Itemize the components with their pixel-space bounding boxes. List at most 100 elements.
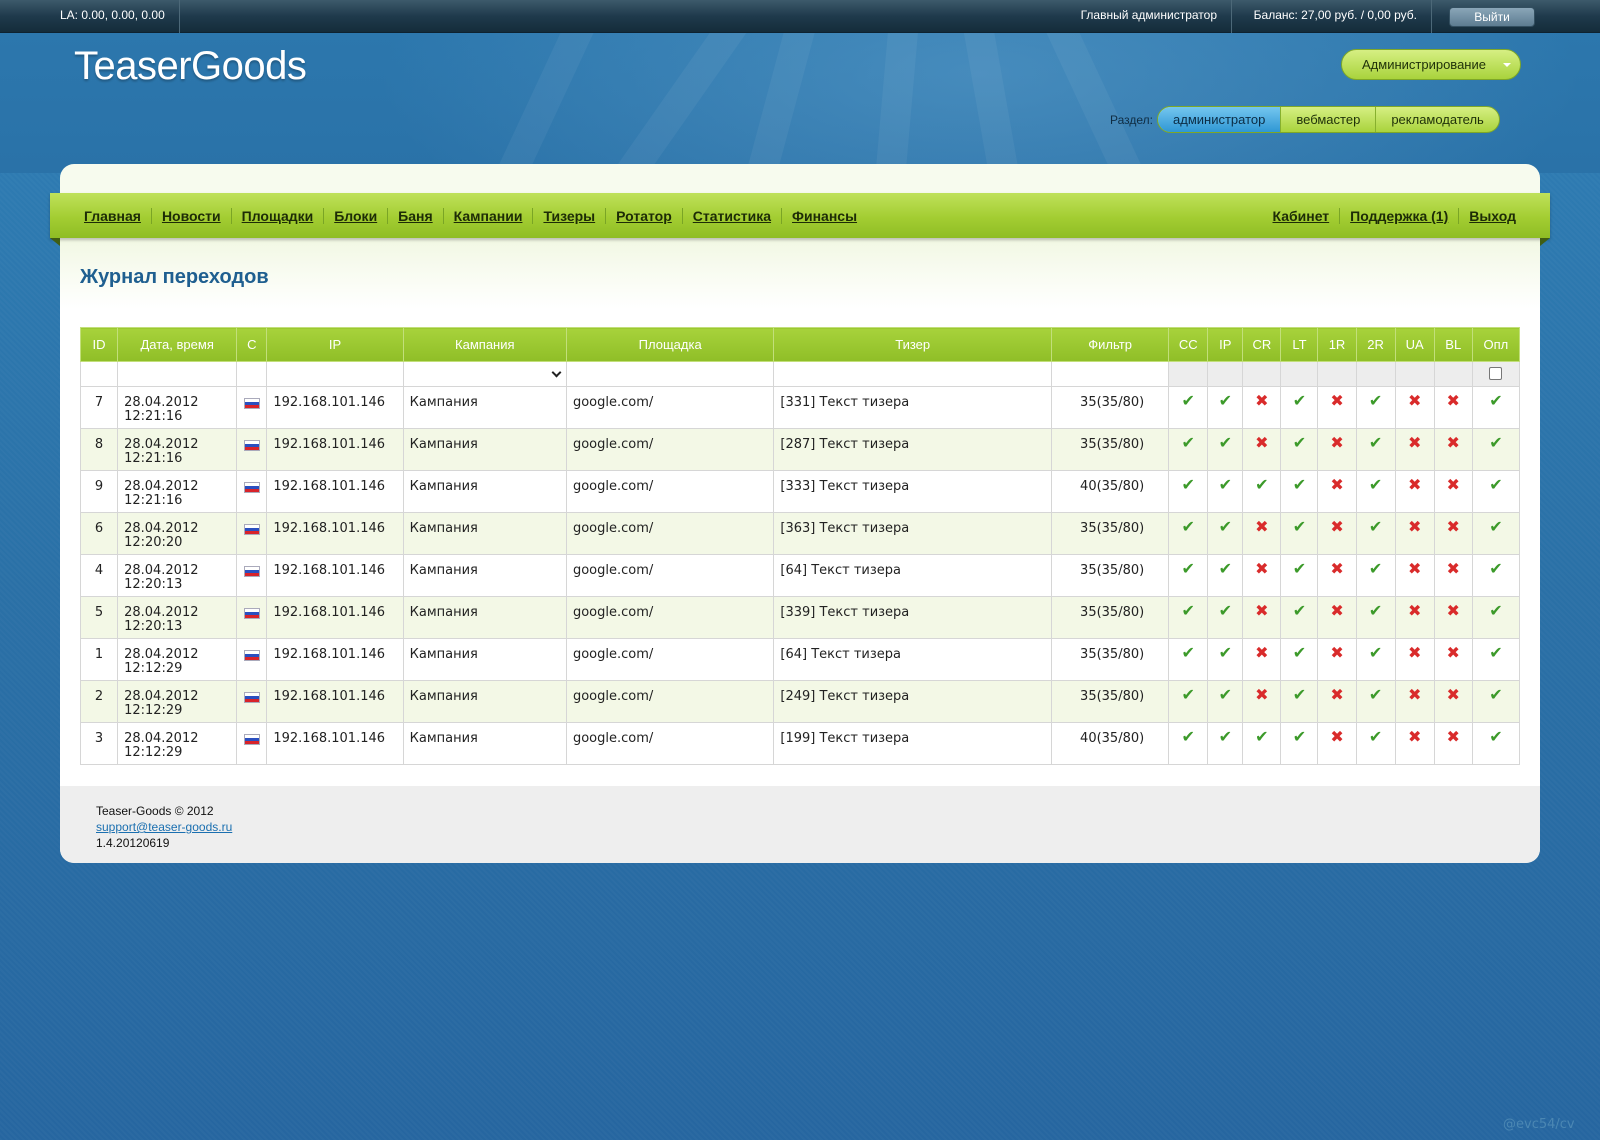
cell-time: 12:20:20 [124,535,183,550]
table-row[interactable]: 6 28.04.2012 12:20:20 192.168.101.146 Кампан… [79,512,1521,555]
cell-check-1r: ✖ [1317,470,1357,513]
nav-rotator[interactable]: Ротатор [605,207,682,224]
cross-icon: ✖ [1255,433,1269,452]
check-icon: ✔ [1181,643,1195,662]
cell-date: 28.04.2012 [124,689,199,704]
nav-campaigns[interactable]: Кампании [442,207,533,224]
col-cr[interactable]: CR [1242,327,1282,362]
nav-statistics[interactable]: Статистика [681,207,781,224]
cross-icon: ✖ [1407,475,1422,494]
table-row[interactable]: 8 28.04.2012 12:21:16 192.168.101.146 Кампан… [79,428,1521,471]
cell-teaser: [331] Текст тизера [773,386,1052,429]
table-row[interactable]: 2 28.04.2012 12:12:29 192.168.101.146 Кампан… [79,680,1521,723]
nav-exit[interactable]: Выход [1458,207,1526,224]
nav-cabinet[interactable]: Кабинет [1262,208,1339,224]
cell-campaign: Кампания [402,722,567,765]
cross-icon: ✖ [1330,475,1344,494]
nav-finance[interactable]: Финансы [781,207,867,224]
check-icon: ✔ [1292,517,1307,536]
support-email-link[interactable]: support@teaser-goods.ru [96,820,232,834]
section-advertiser[interactable]: рекламодатель [1375,107,1499,132]
cross-icon: ✖ [1446,391,1460,410]
cell-check-cc: ✔ [1168,680,1209,723]
table-row[interactable]: 3 28.04.2012 12:12:29 192.168.101.146 Кампан… [79,722,1521,765]
cell-check-bl: ✖ [1433,428,1473,471]
cell-check-1r: ✖ [1317,554,1357,597]
table-row[interactable]: 4 28.04.2012 12:20:13 192.168.101.146 Кампан… [79,554,1521,597]
col-country[interactable]: C [236,327,268,362]
cell-site: google.com/ [565,680,775,723]
table-row[interactable]: 5 28.04.2012 12:20:13 192.168.101.146 Кампан… [79,596,1521,639]
col-2r[interactable]: 2R [1355,327,1396,362]
check-icon: ✔ [1292,559,1307,578]
col-ip-check[interactable]: IP [1207,327,1244,362]
nav-sites[interactable]: Площадки [230,207,324,224]
cell-datetime: 28.04.2012 12:20:13 [117,554,238,597]
logout-button[interactable]: Выйти [1449,7,1535,27]
cell-ip: 192.168.101.146 [266,638,404,681]
nav-news[interactable]: Новости [150,207,231,224]
table-row[interactable]: 1 28.04.2012 12:12:29 192.168.101.146 Кампан… [79,638,1521,681]
table-row[interactable]: 7 28.04.2012 12:21:16 192.168.101.146 Кампан… [79,386,1521,429]
col-teaser[interactable]: Тизер [773,327,1052,362]
cross-icon: ✖ [1446,685,1460,704]
col-ip[interactable]: IP [266,327,404,362]
cell-time: 12:21:16 [124,451,183,466]
cell-site: google.com/ [565,554,775,597]
cell-date: 28.04.2012 [124,647,199,662]
section-webmaster[interactable]: вебмастер [1280,107,1375,132]
col-1r[interactable]: 1R [1317,327,1357,362]
nav-blocks[interactable]: Блоки [323,207,387,224]
filter-row [79,361,1521,387]
logo[interactable]: TeaserGoods [74,44,307,89]
col-campaign[interactable]: Кампания [402,327,567,362]
cell-check-bl: ✖ [1433,512,1473,555]
cell-check-cc: ✔ [1168,596,1209,639]
campaign-filter-select[interactable] [404,362,566,386]
cell-check-ip: ✔ [1207,680,1244,723]
cross-icon: ✖ [1255,601,1269,620]
check-icon: ✔ [1368,433,1383,452]
col-site[interactable]: Площадка [565,327,775,362]
table-header: ID Дата, время C IP Кампания Площадка Ти… [79,327,1521,362]
administration-menu[interactable]: Администрирование [1341,49,1521,80]
cell-check-ua: ✖ [1394,722,1435,765]
paid-filter-checkbox[interactable] [1489,367,1503,380]
col-datetime[interactable]: Дата, время [117,327,238,362]
cell-check-lt: ✔ [1280,428,1319,471]
table-row[interactable]: 9 28.04.2012 12:21:16 192.168.101.146 Кампан… [79,470,1521,513]
nav-teasers[interactable]: Тизеры [532,207,605,224]
cell-time: 12:12:29 [124,703,183,718]
cross-icon: ✖ [1255,559,1269,578]
cell-country [236,596,268,639]
check-icon: ✔ [1489,517,1503,536]
nav-support[interactable]: Поддержка (1) [1339,207,1458,224]
col-paid[interactable]: Опл [1471,327,1521,362]
cell-datetime: 28.04.2012 12:21:16 [117,386,238,429]
col-id[interactable]: ID [79,327,119,362]
col-cc[interactable]: CC [1168,327,1209,362]
cell-datetime: 28.04.2012 12:21:16 [117,428,238,471]
cell-check-lt: ✔ [1280,722,1319,765]
cell-id: 6 [79,512,119,555]
check-icon: ✔ [1489,391,1503,410]
check-icon: ✔ [1368,601,1383,620]
cell-check-cc: ✔ [1168,722,1209,765]
section-switch: администратор вебмастер рекламодатель [1157,106,1500,133]
nav-home[interactable]: Главная [74,208,151,224]
nav-ban[interactable]: Баня [387,207,442,224]
col-filter[interactable]: Фильтр [1050,327,1170,362]
col-lt[interactable]: LT [1280,327,1319,362]
cross-icon: ✖ [1330,391,1344,410]
nav-right: Кабинет Поддержка (1) Выход [1262,193,1526,238]
col-bl[interactable]: BL [1433,327,1473,362]
cell-ip: 192.168.101.146 [266,680,404,723]
col-ua[interactable]: UA [1394,327,1435,362]
check-icon: ✔ [1489,727,1503,746]
cell-filter: 35(35/80) [1050,428,1170,471]
russia-flag-icon [243,440,260,451]
cell-id: 7 [79,386,119,429]
chevron-down-icon [551,367,562,378]
cell-site: google.com/ [565,596,775,639]
section-admin[interactable]: администратор [1158,107,1281,132]
